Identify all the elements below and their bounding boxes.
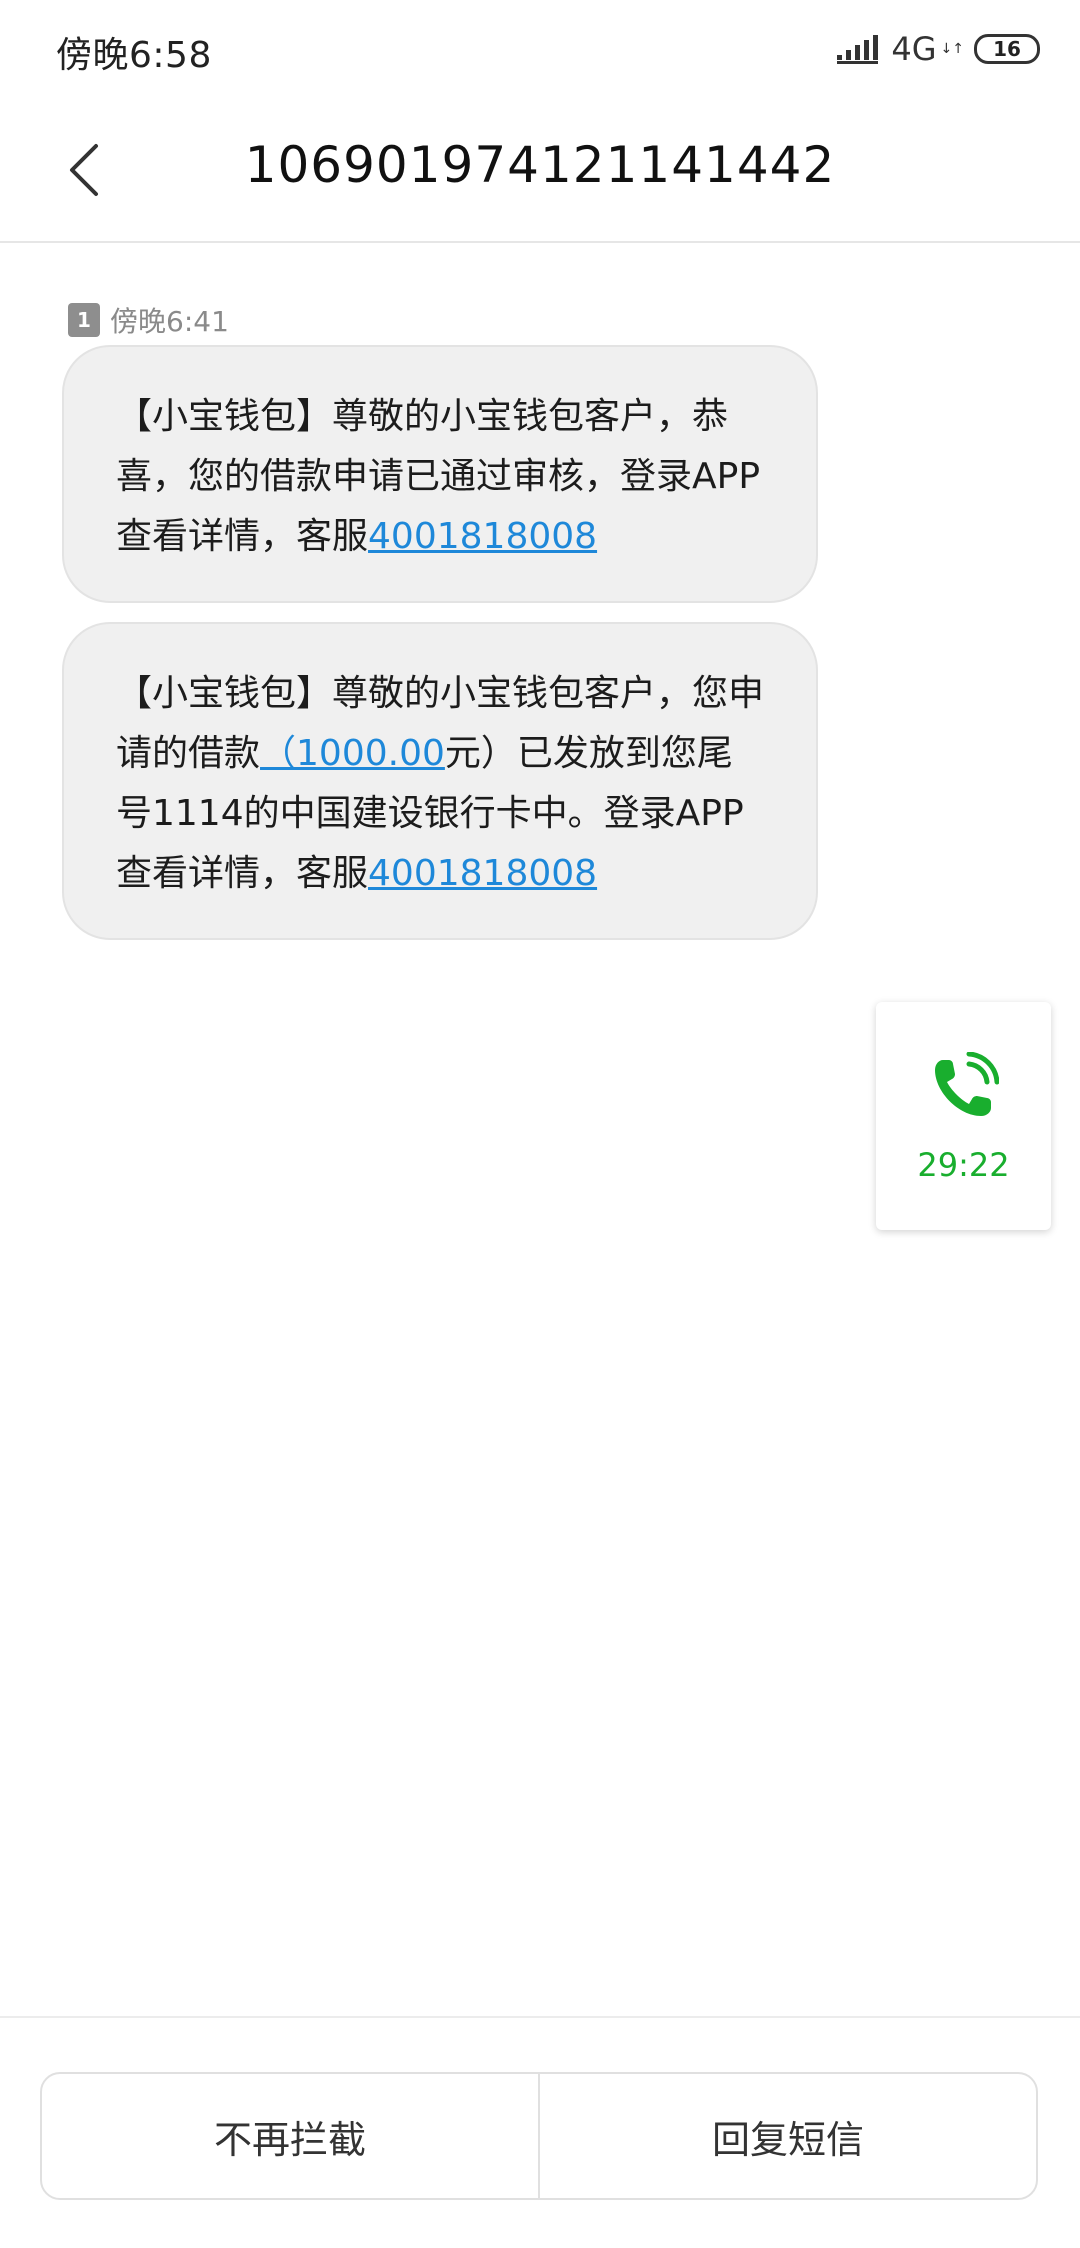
page-title: 106901974121141442 bbox=[244, 136, 836, 194]
battery-level: 16 bbox=[993, 37, 1021, 61]
data-activity-icon: ↓↑ bbox=[940, 41, 964, 57]
network-type: 4G bbox=[891, 30, 937, 68]
unblock-button[interactable]: 不再拦截 bbox=[42, 2074, 538, 2198]
phone-link[interactable]: 4001818008 bbox=[368, 516, 597, 557]
battery-icon: 16 bbox=[974, 34, 1040, 64]
sim-slot-number: 1 bbox=[77, 308, 91, 332]
status-time: 傍晚6:58 bbox=[56, 35, 212, 76]
call-record-card[interactable]: 29:22 bbox=[876, 1002, 1051, 1230]
status-bar: 傍晚6:58 4G ↓↑ 16 bbox=[0, 0, 1080, 100]
status-icons: 4G ↓↑ 16 bbox=[837, 26, 1040, 72]
phone-link[interactable]: 4001818008 bbox=[368, 853, 597, 894]
reply-sms-button[interactable]: 回复短信 bbox=[540, 2074, 1036, 2198]
conversation-header: 106901974121141442 bbox=[0, 100, 1080, 243]
message-bubble[interactable]: 【小宝钱包】尊敬的小宝钱包客户，您申请的借款（1000.00元）已发放到您尾号1… bbox=[62, 622, 818, 940]
message-bubble[interactable]: 【小宝钱包】尊敬的小宝钱包客户，恭喜，您的借款申请已通过审核，登录APP查看详情… bbox=[62, 345, 818, 603]
signal-icon bbox=[837, 35, 879, 64]
phone-icon bbox=[934, 1052, 999, 1116]
sim-card-icon: 1 bbox=[68, 303, 100, 337]
divider bbox=[0, 2016, 1080, 2018]
message-meta: 1 傍晚6:41 bbox=[68, 300, 229, 340]
message-timestamp: 傍晚6:41 bbox=[110, 305, 229, 338]
sms-thread-screen: 傍晚6:58 4G ↓↑ 16 106901974121141442 1 傍晚6… bbox=[0, 0, 1080, 2248]
action-bar: 不再拦截 回复短信 bbox=[40, 2072, 1038, 2200]
amount-link[interactable]: （1000.00 bbox=[260, 733, 445, 774]
call-duration: 29:22 bbox=[917, 1146, 1010, 1184]
